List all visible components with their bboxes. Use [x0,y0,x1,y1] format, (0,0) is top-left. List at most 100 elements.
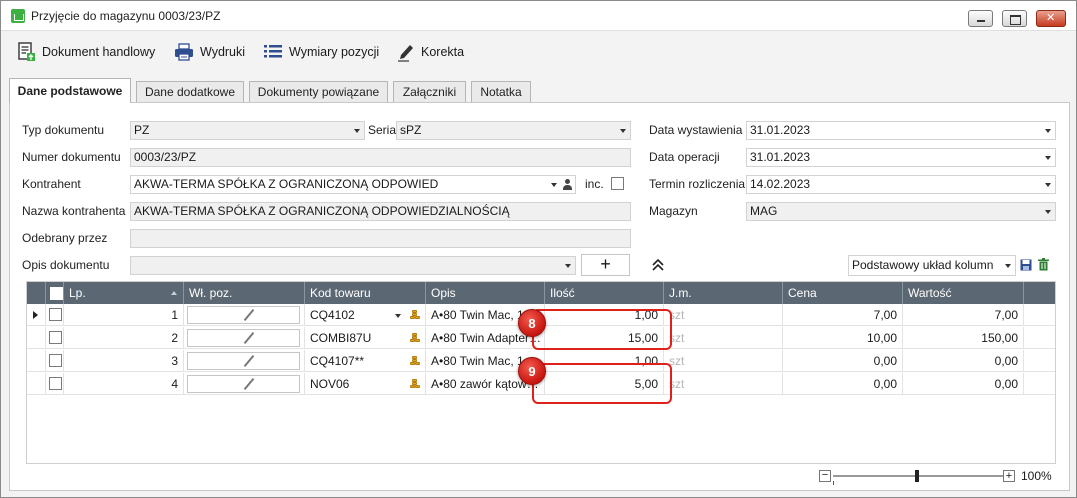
grid-header-lp-label: Lp. [69,286,86,300]
data-operacji-label: Data operacji [649,150,720,164]
tab-notatka[interactable]: Notatka [471,81,531,103]
cell-kod[interactable]: CQ4102 [305,304,426,326]
data-operacji-picker[interactable]: 31.01.2023 [746,148,1056,167]
chevron-down-icon [565,264,571,268]
cell-wl[interactable] [184,327,305,349]
row-selector[interactable] [27,304,46,326]
stock-coins-icon[interactable] [410,310,421,320]
cell-kod[interactable]: CQ4107** [305,350,426,372]
tab-dane-podstawowe[interactable]: Dane podstawowe [9,78,131,103]
cell-jm[interactable]: szt [664,327,783,349]
tab-dokumenty-powiazane[interactable]: Dokumenty powiązane [249,81,388,103]
zoom-slider-thumb[interactable] [915,470,919,482]
row-checkbox[interactable] [49,377,62,390]
grid-header-kod-towaru[interactable]: Kod towaru [305,282,426,304]
add-button[interactable]: + [581,254,630,276]
dokument-handlowy-button[interactable]: Dokument handlowy [18,41,155,63]
cell-wl[interactable] [184,350,305,372]
row-checkbox[interactable] [49,308,62,321]
row-checkbox[interactable] [49,354,62,367]
tab-zalaczniki[interactable]: Załączniki [393,81,466,103]
cell-jm[interactable]: szt [664,350,783,372]
chevron-down-icon [1045,210,1051,214]
callout-badge-8: 8 [518,309,546,337]
cell-kod-text: CQ4102 [310,308,355,322]
typ-dokumentu-select[interactable]: PZ [130,121,365,140]
sort-ascending-icon [171,291,177,295]
cell-kod[interactable]: NOV06 [305,373,426,395]
cell-wartosc[interactable]: 0,00 [903,373,1024,395]
cell-wartosc[interactable]: 150,00 [903,327,1024,349]
cell-jm[interactable]: szt [664,304,783,326]
inc-checkbox[interactable] [611,177,624,190]
cell-wl[interactable] [184,304,305,326]
seria-select[interactable]: sPZ [396,121,631,140]
grid-header-ilosc[interactable]: Ilość [545,282,664,304]
opis-dokumentu-label: Opis dokumentu [22,258,110,272]
row-selector[interactable] [27,350,46,372]
cell-kod[interactable]: COMBI87U [305,327,426,349]
cell-cena[interactable]: 0,00 [783,373,903,395]
zoom-in-button[interactable]: + [1003,470,1015,482]
grid-header-opis[interactable]: Opis [426,282,545,304]
wl-poz-field[interactable] [187,375,300,393]
cell-wartosc[interactable]: 0,00 [903,350,1024,372]
opis-dokumentu-select[interactable] [130,256,576,275]
cell-jm[interactable]: szt [664,373,783,395]
cell-lp[interactable]: 2 [64,327,184,349]
select-all-checkbox[interactable] [50,287,63,300]
termin-rozliczenia-picker[interactable]: 14.02.2023 [746,175,1056,194]
wl-poz-field[interactable] [187,329,300,347]
cell-lp[interactable]: 4 [64,373,184,395]
trash-icon[interactable] [1038,258,1049,271]
korekta-button[interactable]: Korekta [397,41,464,63]
data-operacji-value: 31.01.2023 [750,150,811,164]
row-selector[interactable] [27,373,46,395]
grid-header-wartosc[interactable]: Wartość [903,282,1024,304]
collapse-up-icon[interactable] [652,259,664,271]
row-checkbox-cell [46,327,64,349]
zoom-out-button[interactable]: − [819,470,831,482]
grid-header-wl-poz[interactable]: Wł. poz. [184,282,305,304]
numer-dokumentu-field[interactable]: 0003/23/PZ [130,148,631,167]
grid-header-cena[interactable]: Cena [783,282,903,304]
korekta-label: Korekta [421,45,465,59]
document-icon [18,42,35,61]
row-checkbox-cell [46,350,64,372]
cell-cena[interactable]: 0,00 [783,350,903,372]
maximize-button[interactable] [1002,10,1027,27]
magazyn-select[interactable]: MAG [746,202,1056,221]
wl-poz-field[interactable] [187,352,300,370]
cell-lp[interactable]: 1 [64,304,184,326]
cell-lp[interactable]: 3 [64,350,184,372]
cell-cena-text: 7,00 [873,308,897,322]
save-icon[interactable] [1020,259,1032,271]
grid-header-jm[interactable]: J.m. [664,282,783,304]
wymiary-pozycji-button[interactable]: Wymiary pozycji [263,41,379,63]
pencil-icon [243,377,255,391]
stock-coins-icon[interactable] [410,379,421,389]
wl-poz-field[interactable] [187,306,300,324]
data-wystawienia-picker[interactable]: 31.01.2023 [746,121,1056,140]
nazwa-kontrahenta-field[interactable]: AKWA-TERMA SPÓŁKA Z OGRANICZONĄ ODPOWIED… [130,202,631,221]
cell-wartosc[interactable]: 7,00 [903,304,1024,326]
chevron-down-icon[interactable] [395,314,401,318]
pencil-icon [243,308,255,322]
person-icon[interactable] [562,179,572,190]
close-button[interactable] [1036,10,1066,27]
grid-header-lp[interactable]: Lp. [64,282,184,304]
seria-label: Seria [368,123,397,137]
odebrany-przez-field[interactable] [130,229,631,248]
tab-dane-dodatkowe[interactable]: Dane dodatkowe [136,81,244,103]
cell-cena[interactable]: 10,00 [783,327,903,349]
cell-cena[interactable]: 7,00 [783,304,903,326]
kontrahent-select[interactable]: AKWA-TERMA SPÓŁKA Z OGRANICZONĄ ODPOWIED [130,175,576,194]
wydruki-button[interactable]: Wydruki [174,41,245,63]
stock-coins-icon[interactable] [410,356,421,366]
row-checkbox[interactable] [49,331,62,344]
row-selector[interactable] [27,327,46,349]
stock-coins-icon[interactable] [410,333,421,343]
cell-wl[interactable] [184,373,305,395]
minimize-button[interactable] [968,10,993,27]
uklad-kolumn-select[interactable]: Podstawowy układ kolumn [848,255,1016,276]
